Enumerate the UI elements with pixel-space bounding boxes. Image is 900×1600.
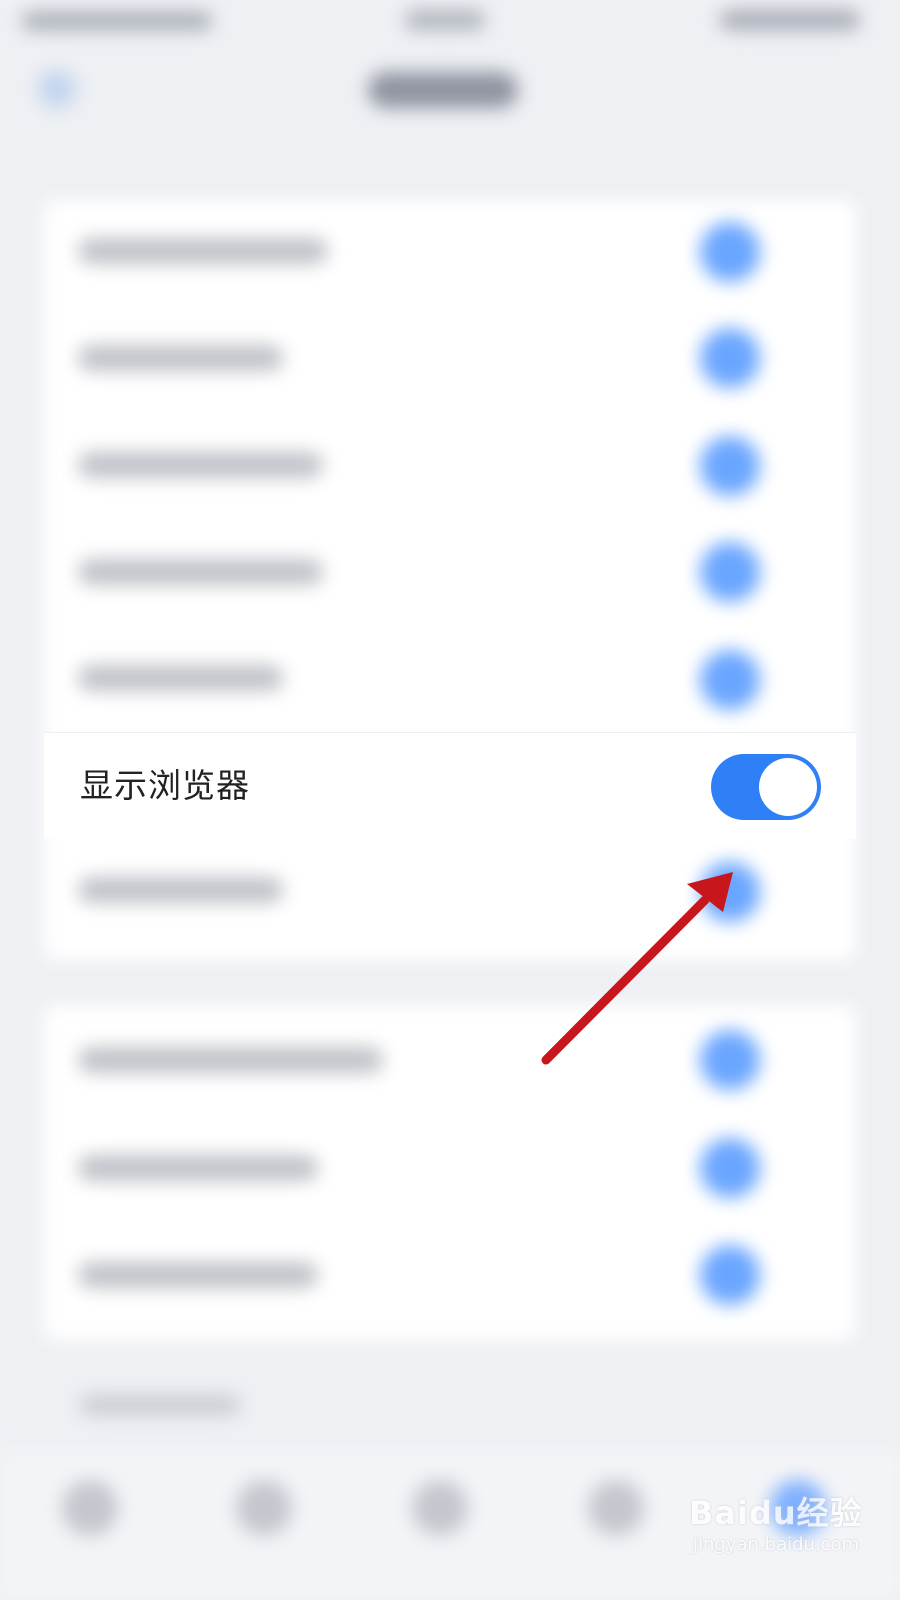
settings-row-toggle[interactable]	[700, 1138, 760, 1198]
settings-row-label	[78, 238, 328, 264]
settings-row-label	[78, 345, 283, 371]
tab-icon-4[interactable]	[588, 1480, 644, 1536]
settings-row-toggle[interactable]	[700, 542, 760, 602]
settings-row-toggle[interactable]	[700, 862, 760, 922]
watermark-brand: Baidu经验	[689, 1494, 863, 1532]
section-footer-hint	[80, 1395, 240, 1415]
back-arrow-icon[interactable]	[38, 70, 76, 108]
settings-row-label	[78, 1262, 318, 1288]
tab-icon-3[interactable]	[412, 1480, 468, 1536]
settings-row-label	[78, 559, 323, 585]
settings-row-toggle[interactable]	[700, 328, 760, 388]
settings-row-label	[78, 877, 283, 903]
status-bar-right	[720, 10, 860, 30]
settings-row-toggle[interactable]	[700, 1030, 760, 1090]
status-bar-time	[405, 10, 485, 30]
baidu-watermark: Baidu经验 jingyan.baidu.com	[685, 1488, 885, 1588]
toggle-knob[interactable]	[759, 758, 817, 816]
settings-screen: 显示浏览器 Baidu经验 jingyan.baidu.com	[0, 0, 900, 1600]
settings-row-label	[78, 1155, 318, 1181]
settings-row-label	[78, 1047, 383, 1073]
settings-row-toggle[interactable]	[700, 436, 760, 496]
status-bar	[0, 0, 900, 50]
settings-row-toggle[interactable]	[700, 222, 760, 282]
settings-row-label	[78, 665, 283, 691]
settings-row-label	[78, 452, 323, 478]
settings-row-toggle[interactable]	[700, 1245, 760, 1305]
settings-row-toggle[interactable]	[700, 650, 760, 710]
show-browser-toggle[interactable]	[711, 754, 821, 820]
tab-icon-1[interactable]	[62, 1480, 118, 1536]
settings-row-show-browser[interactable]: 显示浏览器	[44, 732, 856, 839]
page-title	[368, 72, 518, 108]
show-browser-label: 显示浏览器	[80, 766, 250, 805]
tab-icon-2[interactable]	[236, 1480, 292, 1536]
status-bar-left	[22, 12, 212, 30]
watermark-url: jingyan.baidu.com	[693, 1534, 860, 1555]
